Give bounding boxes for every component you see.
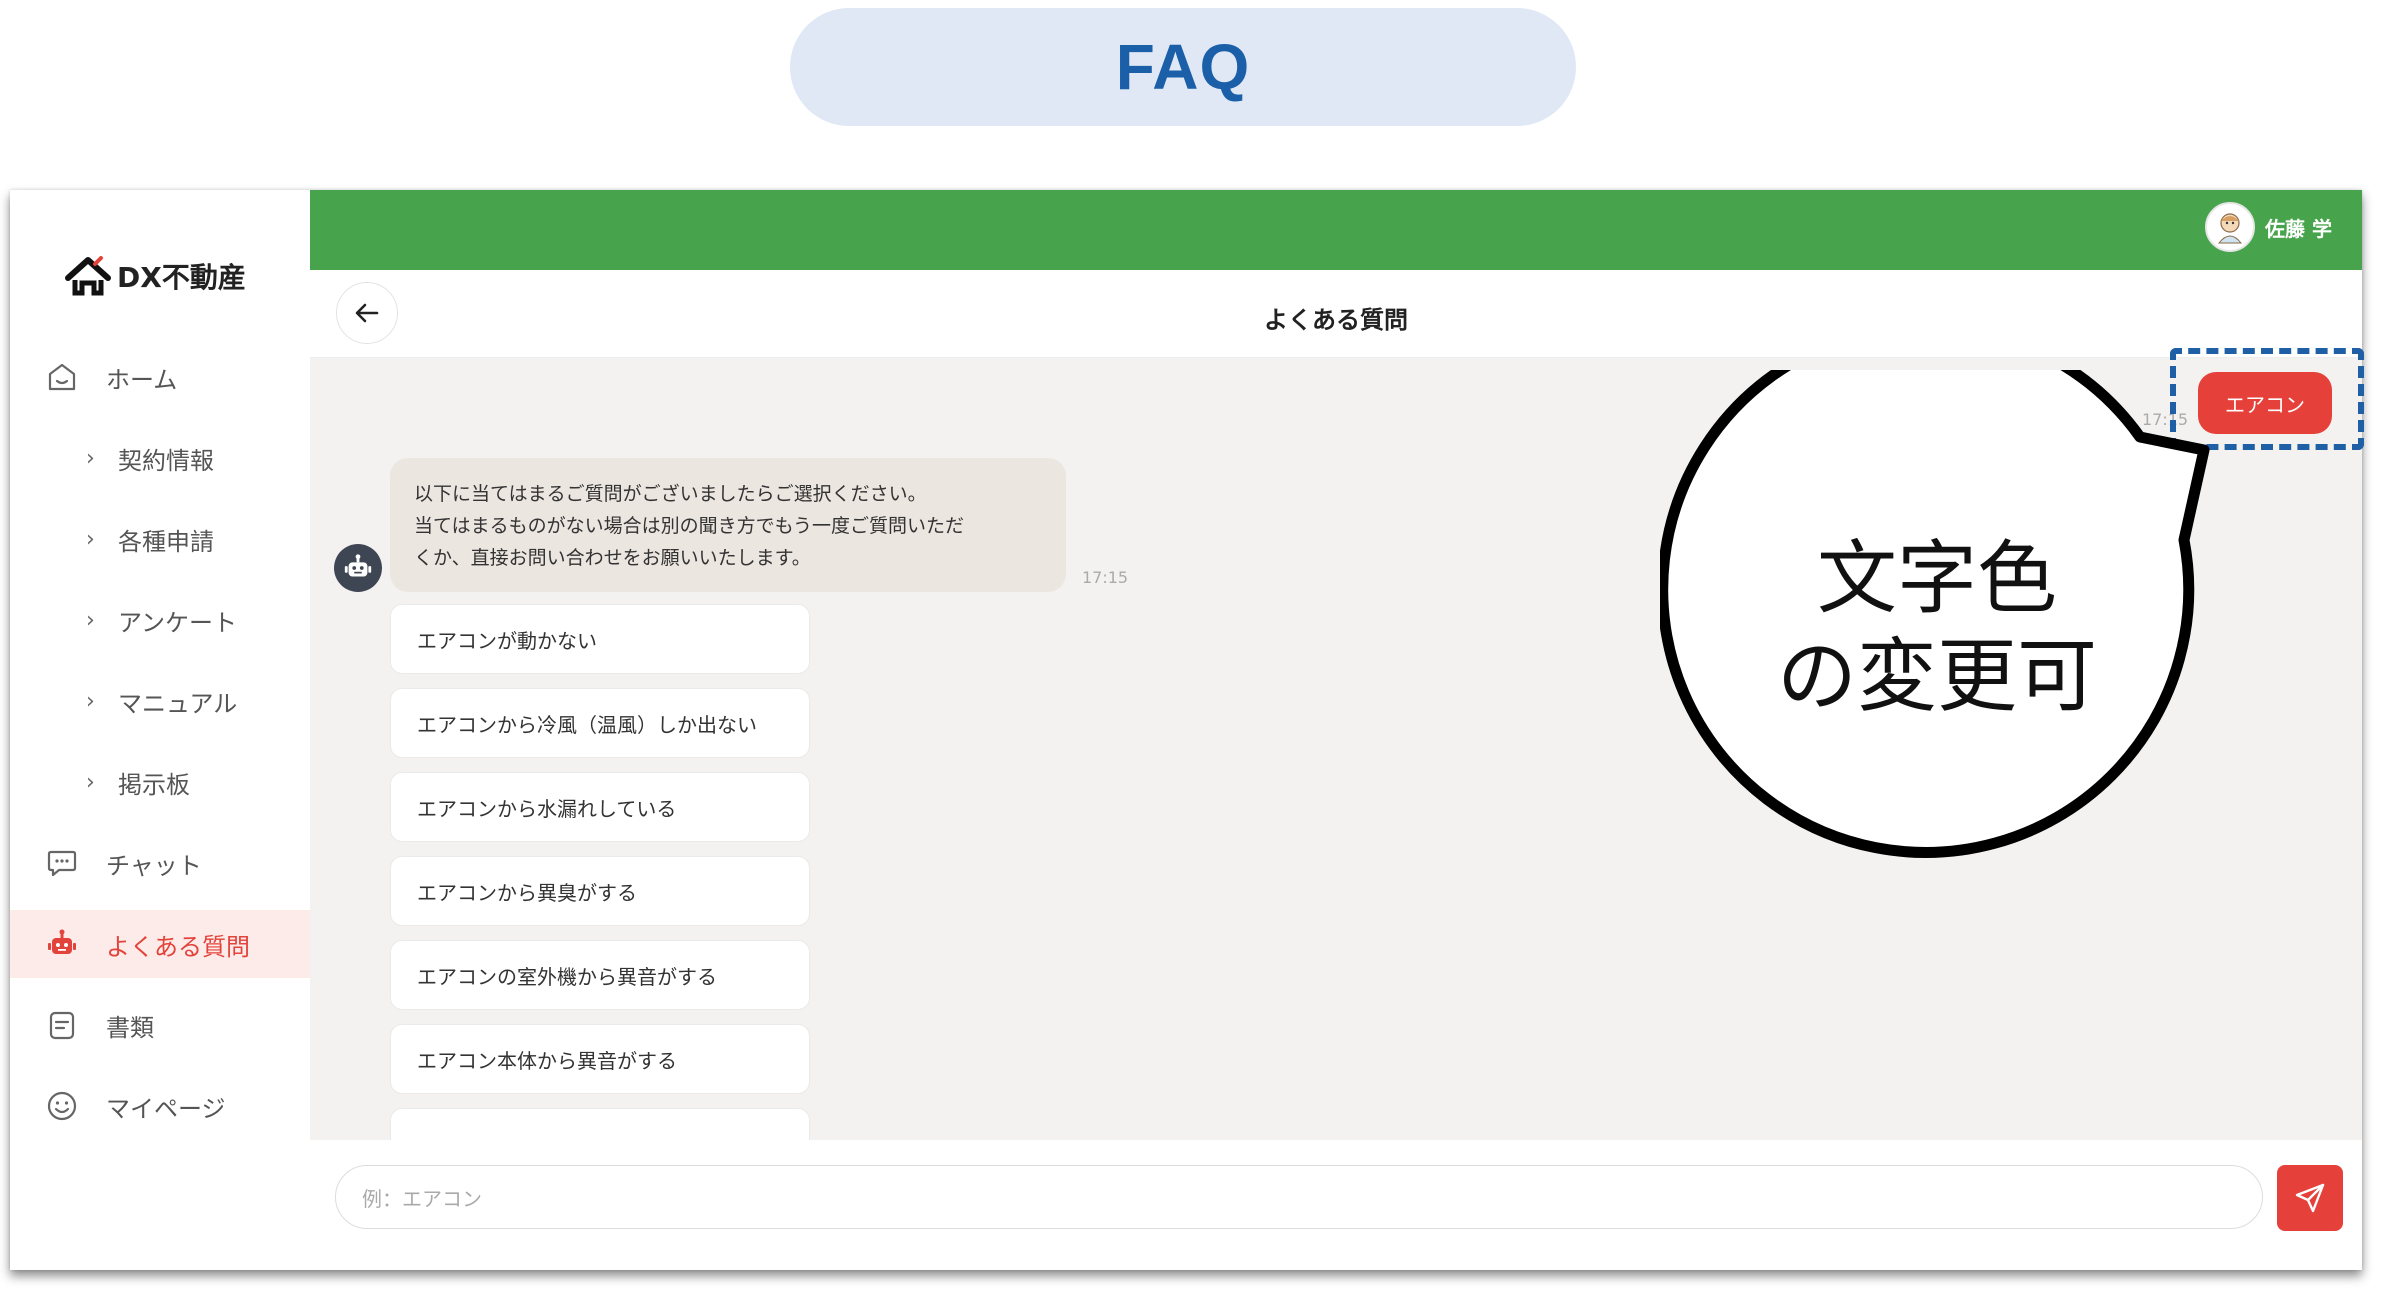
- chevron-right-icon: ›: [86, 607, 95, 633]
- sidebar-item-chat[interactable]: チャット: [10, 829, 310, 897]
- sidebar-item-bulletin-board[interactable]: › 掲示板: [10, 748, 310, 816]
- bot-message-time: 17:15: [1082, 568, 1129, 587]
- sidebar-item-mypage[interactable]: マイページ: [10, 1072, 310, 1140]
- bot-message-bubble: 以下に当てはまるご質問がございましたらご選択ください。 当てはまるものがない場合…: [390, 458, 1066, 592]
- brand-logo[interactable]: DX不動産: [65, 256, 246, 296]
- sidebar-item-label: ホーム: [106, 365, 178, 394]
- sidebar-item-label: 掲示板: [118, 770, 190, 799]
- page-title: よくある質問: [1264, 306, 1408, 334]
- faq-option[interactable]: エアコンが動かない: [390, 604, 810, 674]
- document-icon: [49, 1011, 75, 1040]
- robot-icon: [48, 929, 76, 954]
- sidebar: DX不動産 ホーム › 契約情報 › 各種申請 › アンケート › マニュアル …: [10, 190, 310, 1270]
- top-bar: 佐藤 学: [310, 190, 2362, 270]
- sidebar-item-label: マイページ: [106, 1094, 226, 1123]
- sidebar-item-manual[interactable]: › マニュアル: [10, 667, 310, 735]
- message-input[interactable]: 例：エアコン: [335, 1165, 2263, 1229]
- callout-text: 文字色 の変更可: [1662, 530, 2212, 726]
- brand-name: DX不動産: [117, 261, 246, 294]
- faq-title: FAQ: [1115, 31, 1251, 103]
- sidebar-item-label: 契約情報: [118, 446, 214, 475]
- chevron-right-icon: ›: [86, 769, 95, 795]
- sidebar-item-label: 各種申請: [118, 527, 214, 556]
- send-button[interactable]: [2277, 1165, 2343, 1231]
- home-icon: [48, 363, 76, 391]
- sidebar-item-home[interactable]: ホーム: [10, 343, 310, 411]
- sidebar-item-label: チャット: [106, 851, 202, 880]
- message-input-bar: 例：エアコン: [310, 1140, 2362, 1270]
- bot-message-line: 当てはまるものがない場合は別の聞き方でもう一度ご質問いただ: [414, 515, 965, 537]
- sidebar-item-label: よくある質問: [106, 932, 250, 961]
- sidebar-item-applications[interactable]: › 各種申請: [10, 505, 310, 573]
- sidebar-item-label: アンケート: [118, 608, 238, 637]
- sidebar-item-survey[interactable]: › アンケート: [10, 586, 310, 654]
- faq-option-partial[interactable]: [390, 1108, 810, 1140]
- faq-option[interactable]: エアコンから異臭がする: [390, 856, 810, 926]
- callout-line: の変更可: [1777, 630, 2097, 723]
- chevron-right-icon: ›: [86, 526, 95, 552]
- bot-message-line: 以下に当てはまるご質問がございましたらご選択ください。: [414, 483, 927, 505]
- smiley-icon: [47, 1091, 77, 1121]
- callout-line: 文字色: [1817, 532, 2057, 625]
- faq-option[interactable]: エアコンから水漏れしている: [390, 772, 810, 842]
- user-menu[interactable]: 佐藤 学: [2205, 202, 2332, 252]
- sidebar-item-contract[interactable]: › 契約情報: [10, 424, 310, 492]
- chat-bubble-icon: [47, 850, 77, 877]
- sidebar-item-faq[interactable]: よくある質問: [10, 910, 310, 978]
- faq-title-pill: FAQ: [790, 8, 1576, 126]
- chevron-right-icon: ›: [86, 445, 95, 471]
- sidebar-item-documents[interactable]: 書類: [10, 991, 310, 1059]
- user-avatar-icon: [2218, 213, 2243, 244]
- chevron-right-icon: ›: [86, 688, 95, 714]
- user-name: 佐藤 学: [2265, 216, 2332, 241]
- faq-option[interactable]: エアコンの室外機から異音がする: [390, 940, 810, 1010]
- avatar: [2205, 202, 2256, 252]
- sidebar-item-label: 書類: [106, 1013, 154, 1042]
- faq-option[interactable]: エアコンから冷風（温風）しか出ない: [390, 688, 810, 758]
- sidebar-item-label: マニュアル: [118, 689, 238, 718]
- send-icon: [2295, 1183, 2325, 1213]
- house-logo-icon: [65, 256, 111, 296]
- robot-icon: [344, 554, 372, 577]
- faq-option[interactable]: エアコン本体から異音がする: [390, 1024, 810, 1094]
- page-header: よくある質問: [310, 270, 2362, 358]
- bot-message-line: くか、直接お問い合わせをお願いいたします。: [414, 547, 811, 569]
- bot-avatar: [334, 544, 382, 592]
